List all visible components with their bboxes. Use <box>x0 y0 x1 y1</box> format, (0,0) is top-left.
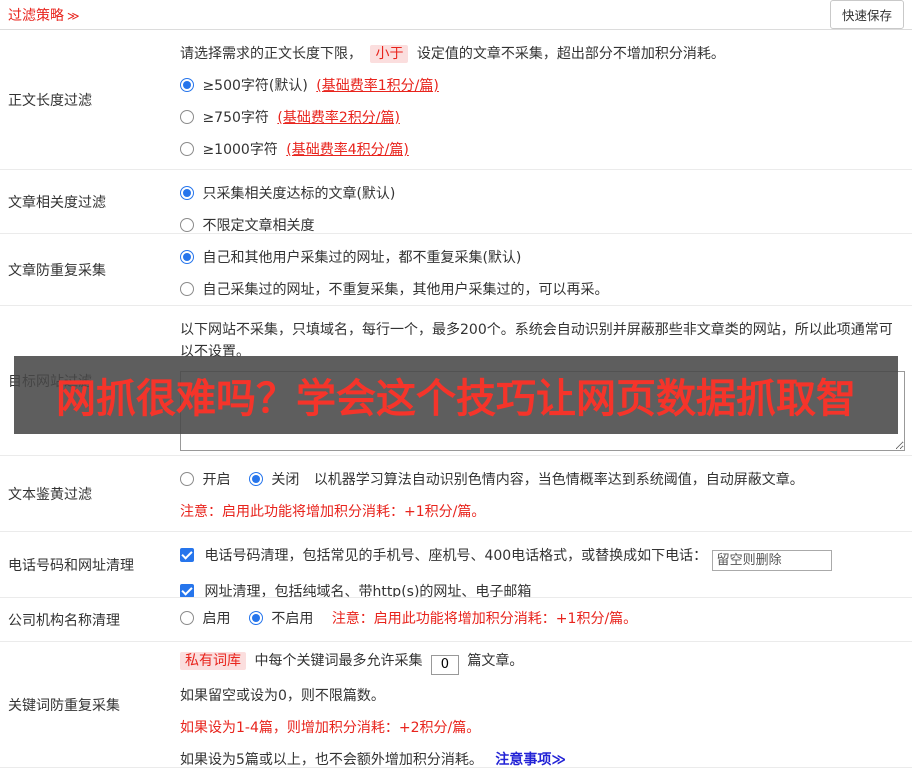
section-target-site: 目标网站过滤 以下网站不采集，只填域名，每行一个，最多200个。系统会自动识别并… <box>0 306 912 456</box>
collapse-chevron-icon: ≫ <box>67 8 80 23</box>
page-header: 过滤策略 ≫ 快速保存 <box>0 0 912 30</box>
option-label: 开启 <box>202 472 231 488</box>
radio-unchecked-icon[interactable] <box>180 142 194 156</box>
radio-unchecked-icon[interactable] <box>180 282 194 296</box>
porn-filter-desc: 以机器学习算法自动识别色情内容，当色情概率达到系统阈值，自动屏蔽文章。 <box>313 472 804 488</box>
checkbox-checked-icon[interactable] <box>180 584 194 597</box>
section-target-site-content: 以下网站不采集，只填域名，每行一个，最多200个。系统会自动识别并屏蔽那些非文章… <box>180 306 912 455</box>
target-site-textarea[interactable] <box>180 371 905 451</box>
option-label: ≥750字符 <box>202 110 269 126</box>
option-label: ≥1000字符 <box>202 142 278 158</box>
radio-checked-icon[interactable] <box>248 472 263 486</box>
radio-option-dedupe-own[interactable]: 自己采集过的网址，不重复采集，其他用户采集过的，可以再采。 <box>180 279 902 301</box>
option-fee: (基础费率1积分/篇) <box>316 78 439 94</box>
radio-unchecked-icon[interactable] <box>180 611 194 625</box>
filter-settings-page: 过滤策略 ≫ 快速保存 正文长度过滤 请选择需求的正文长度下限， 小于 设定值的文… <box>0 0 912 768</box>
porn-filter-note: 注意：启用此功能将增加积分消耗：+1积分/篇。 <box>180 504 486 520</box>
page-title[interactable]: 过滤策略 ≫ <box>8 5 80 25</box>
intro-post: 设定值的文章不采集，超出部分不增加积分消耗。 <box>416 46 725 62</box>
notes-link[interactable]: 注意事项≫ <box>495 752 566 768</box>
section-dedupe-label: 文章防重复采集 <box>8 262 106 279</box>
keyword-max-count-input[interactable] <box>430 654 459 675</box>
checkbox-checked-icon[interactable] <box>180 548 194 562</box>
section-body-length: 正文长度过滤 请选择需求的正文长度下限， 小于 设定值的文章不采集，超出部分不增… <box>0 30 912 170</box>
keyword-line2: 如果留空或设为0，则不限篇数。 <box>180 687 385 704</box>
radio-option-relevance-strict[interactable]: 只采集相关度达标的文章(默认) <box>180 183 902 205</box>
radio-option-1000[interactable]: ≥1000字符 (基础费率4积分/篇) <box>180 139 902 161</box>
checkbox-url-cleanup[interactable]: 网址清理，包括纯域名、带http(s)的网址、电子邮箱 <box>180 584 532 598</box>
keyword-line1-mid: 中每个关键词最多允许采集 <box>254 653 423 669</box>
radio-checked-icon[interactable] <box>248 611 263 625</box>
company-cleanup-note: 注意：启用此功能将增加积分消耗：+1积分/篇。 <box>331 611 638 627</box>
radio-option-company-off[interactable]: 不启用 <box>248 611 318 627</box>
radio-checked-icon[interactable] <box>180 186 194 200</box>
section-company-cleanup-label: 公司机构名称清理 <box>8 612 120 629</box>
intro-pre: 请选择需求的正文长度下限， <box>180 46 362 62</box>
option-label: 关闭 <box>271 472 300 488</box>
option-label: 自己和其他用户采集过的网址，都不重复采集(默认) <box>202 250 522 266</box>
section-porn-filter-content: 开启 关闭 以机器学习算法自动识别色情内容，当色情概率达到系统阈值，自动屏蔽文章… <box>180 456 912 531</box>
option-label: 启用 <box>202 611 231 627</box>
radio-unchecked-icon[interactable] <box>180 218 194 232</box>
page-title-text: 过滤策略 <box>8 7 64 24</box>
option-label: 只采集相关度达标的文章(默认) <box>202 186 396 202</box>
section-company-cleanup: 公司机构名称清理 启用 不启用 注意：启用此功能将增加积分消耗：+1积分/篇。 <box>0 598 912 642</box>
section-keyword-dedupe: 关键词防重复采集 私有词库 中每个关键词最多允许采集 篇文章。 如果留空或设为0… <box>0 642 912 768</box>
section-body-length-content: 请选择需求的正文长度下限， 小于 设定值的文章不采集，超出部分不增加积分消耗。 … <box>180 30 912 169</box>
radio-option-porn-on[interactable]: 开启 <box>180 472 235 488</box>
section-porn-filter-label: 文本鉴黄过滤 <box>8 486 92 503</box>
keyword-line4: 如果设为5篇或以上，也不会额外增加积分消耗。 <box>180 751 483 768</box>
radio-option-relevance-any[interactable]: 不限定文章相关度 <box>180 215 902 234</box>
quick-save-button[interactable]: 快速保存 <box>829 0 904 29</box>
private-lexicon-highlight: 私有词库 <box>180 652 246 670</box>
radio-option-750[interactable]: ≥750字符 (基础费率2积分/篇) <box>180 107 902 129</box>
option-label: 自己采集过的网址，不重复采集，其他用户采集过的，可以再采。 <box>202 282 609 298</box>
section-relevance-label: 文章相关度过滤 <box>8 194 106 211</box>
section-relevance: 文章相关度过滤 只采集相关度达标的文章(默认) 不限定文章相关度 <box>0 170 912 234</box>
checkbox-phone-cleanup[interactable]: 电话号码清理，包括常见的手机号、座机号、400电话格式，或替换成如下电话： <box>180 548 712 564</box>
radio-unchecked-icon[interactable] <box>180 472 194 486</box>
option-label: 不限定文章相关度 <box>202 218 315 234</box>
section-relevance-content: 只采集相关度达标的文章(默认) 不限定文章相关度 <box>180 170 912 233</box>
option-label: 不启用 <box>271 611 314 627</box>
keyword-line3: 如果设为1-4篇，则增加积分消耗：+2积分/篇。 <box>180 719 481 736</box>
radio-unchecked-icon[interactable] <box>180 110 194 124</box>
option-label: 网址清理，包括纯域名、带http(s)的网址、电子邮箱 <box>204 584 532 598</box>
section-keyword-dedupe-label: 关键词防重复采集 <box>8 697 120 714</box>
section-phone-url: 电话号码和网址清理 电话号码清理，包括常见的手机号、座机号、400电话格式，或替… <box>0 532 912 598</box>
section-target-site-label: 目标网站过滤 <box>8 373 92 390</box>
radio-checked-icon[interactable] <box>180 78 194 92</box>
radio-option-dedupe-all[interactable]: 自己和其他用户采集过的网址，都不重复采集(默认) <box>180 247 902 269</box>
less-than-highlight: 小于 <box>370 45 409 63</box>
radio-option-500[interactable]: ≥500字符(默认) (基础费率1积分/篇) <box>180 75 902 97</box>
section-body-length-label: 正文长度过滤 <box>8 92 92 109</box>
radio-option-porn-off[interactable]: 关闭 <box>248 472 304 488</box>
section-company-cleanup-content: 启用 不启用 注意：启用此功能将增加积分消耗：+1积分/篇。 <box>180 598 912 641</box>
keyword-line1-suffix: 篇文章。 <box>467 653 524 669</box>
radio-checked-icon[interactable] <box>180 250 194 264</box>
section-porn-filter: 文本鉴黄过滤 开启 关闭 以机器学习算法自动识别色情内容，当色情概率达到系统阈值… <box>0 456 912 532</box>
section-keyword-dedupe-content: 私有词库 中每个关键词最多允许采集 篇文章。 如果留空或设为0，则不限篇数。 如… <box>180 642 912 767</box>
target-site-desc: 以下网站不采集，只填域名，每行一个，最多200个。系统会自动识别并屏蔽那些非文章… <box>180 322 893 360</box>
option-fee: (基础费率4积分/篇) <box>286 142 409 158</box>
section-phone-url-content: 电话号码清理，包括常见的手机号、座机号、400电话格式，或替换成如下电话： 网址… <box>180 532 912 597</box>
option-label: ≥500字符(默认) <box>202 78 308 94</box>
radio-option-company-on[interactable]: 启用 <box>180 611 235 627</box>
option-label: 电话号码清理，包括常见的手机号、座机号、400电话格式，或替换成如下电话： <box>204 548 708 564</box>
replacement-phone-input[interactable] <box>711 550 832 571</box>
body-length-intro: 请选择需求的正文长度下限， 小于 设定值的文章不采集，超出部分不增加积分消耗。 <box>180 43 902 65</box>
option-fee: (基础费率2积分/篇) <box>277 110 400 126</box>
section-phone-url-label: 电话号码和网址清理 <box>8 557 134 574</box>
section-dedupe: 文章防重复采集 自己和其他用户采集过的网址，都不重复采集(默认) 自己采集过的网… <box>0 234 912 306</box>
section-dedupe-content: 自己和其他用户采集过的网址，都不重复采集(默认) 自己采集过的网址，不重复采集，… <box>180 234 912 305</box>
